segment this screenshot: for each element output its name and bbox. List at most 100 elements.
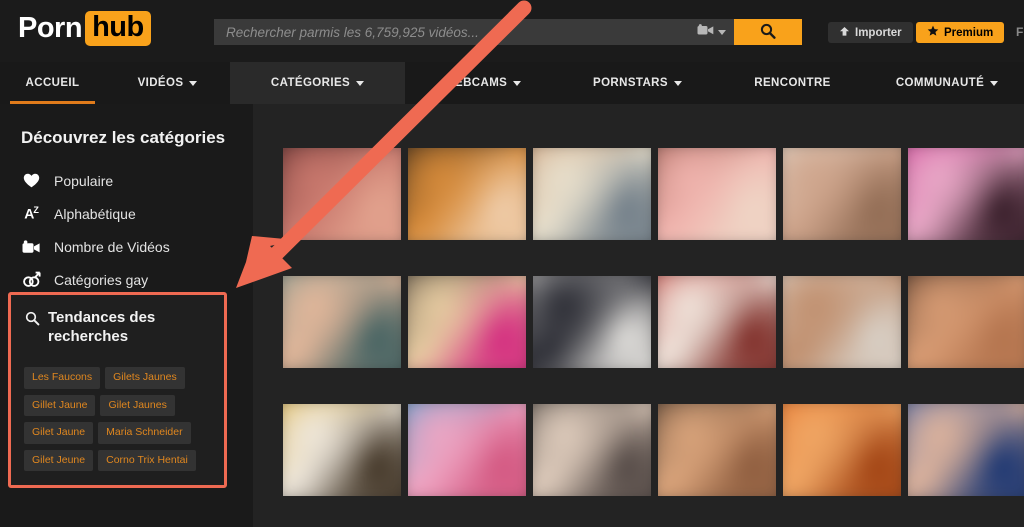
thumbnail-image [783, 148, 901, 240]
video-thumbnail[interactable] [408, 404, 526, 496]
video-camera-icon [21, 239, 41, 254]
nav-item-label: RENCONTRE [754, 77, 831, 89]
video-thumbnail[interactable] [283, 404, 401, 496]
nav-item-communaut-[interactable]: COMMUNAUTÉ [870, 62, 1024, 104]
chevron-down-icon [356, 80, 365, 86]
upload-button-label: Importer [855, 26, 902, 39]
video-thumbnail[interactable] [283, 276, 401, 368]
nav-item-vid-os[interactable]: VIDÉOS [105, 62, 230, 104]
nav-item-label: CATÉGORIES [270, 77, 351, 89]
main-content [253, 104, 1024, 527]
sidebar-heading: Découvrez les catégories [21, 128, 226, 147]
sidebar-item-label: Alphabétique [54, 205, 136, 222]
chevron-down-icon [718, 29, 726, 35]
video-thumbnail[interactable] [908, 276, 1024, 368]
trending-searches-header: Tendances des recherches [25, 309, 215, 347]
video-thumbnail[interactable] [658, 404, 776, 496]
logo-text-hub: hub [85, 11, 151, 46]
thumbnail-image [533, 404, 651, 496]
nav-item-label: WEBCAMS [443, 77, 508, 89]
video-thumbnail[interactable] [908, 404, 1024, 496]
nav-item-webcams[interactable]: WEBCAMS [405, 62, 560, 104]
chevron-down-icon [673, 80, 682, 86]
video-thumbnail-grid [283, 148, 1024, 496]
chevron-down-icon [189, 80, 198, 86]
thumbnail-image [658, 276, 776, 368]
upload-button[interactable]: Importer [828, 22, 913, 43]
chevron-down-icon [513, 80, 522, 86]
video-thumbnail[interactable] [408, 148, 526, 240]
premium-button-label: Premium [944, 26, 994, 39]
nav-item-rencontre[interactable]: RENCONTRE [715, 62, 870, 104]
video-thumbnail[interactable] [533, 404, 651, 496]
trending-tag[interactable]: Les Faucons [24, 367, 101, 389]
upload-icon [839, 26, 850, 40]
search-input[interactable] [214, 19, 734, 45]
sidebar-item-label: Nombre de Vidéos [54, 238, 170, 255]
thumbnail-image [658, 404, 776, 496]
search-button[interactable] [734, 19, 802, 45]
star-icon [927, 25, 939, 40]
sidebar-item-label: Populaire [54, 172, 114, 189]
video-thumbnail[interactable] [908, 148, 1024, 240]
trending-tag[interactable]: Corno Trix Hentai [98, 449, 196, 471]
nav-item-label: ACCUEIL [25, 77, 80, 89]
sidebar-item-populaire[interactable]: Populaire [21, 164, 231, 197]
nav-item-pornstars[interactable]: PORNSTARS [560, 62, 715, 104]
sidebar-item-label: Catégories gay [54, 271, 149, 288]
premium-button[interactable]: Premium [916, 22, 1005, 43]
search-input-wrapper [214, 19, 734, 45]
thumbnail-image [783, 276, 901, 368]
sidebar-item-nombre-de-videos[interactable]: Nombre de Vidéos [21, 230, 231, 263]
video-thumbnail[interactable] [533, 276, 651, 368]
trending-tag[interactable]: Maria Schneider [98, 422, 191, 444]
trending-tag[interactable]: Gilets Jaunes [105, 367, 185, 389]
language-selector[interactable]: F [1016, 25, 1023, 39]
trending-searches-title: Tendances des recherches [48, 309, 156, 345]
page-body: Découvrez les catégories Populaire AZ Al… [0, 104, 1024, 527]
nav-item-cat-gories[interactable]: CATÉGORIES [230, 62, 405, 104]
chevron-down-icon [990, 80, 999, 86]
sidebar-item-alphabetique[interactable]: AZ Alphabétique [21, 197, 231, 230]
nav-item-label: COMMUNAUTÉ [895, 77, 985, 89]
trending-tag[interactable]: Gilet Jeune [24, 449, 94, 471]
video-thumbnail[interactable] [533, 148, 651, 240]
video-thumbnail[interactable] [658, 276, 776, 368]
trending-searches-panel: Tendances des recherches Les Faucons Gile… [8, 292, 227, 488]
category-sort-list: Populaire AZ Alphabétique Nombre de Vidé… [21, 164, 231, 296]
site-logo[interactable]: Porn hub [18, 11, 151, 46]
video-thumbnail[interactable] [658, 148, 776, 240]
nav-item-label: VIDÉOS [137, 77, 184, 89]
trending-tag-list: Les Faucons Gilets Jaunes Gillet Jaune Gile… [24, 367, 220, 471]
gender-symbols-icon [21, 271, 41, 288]
trending-tag[interactable]: Gilet Jaune [24, 422, 94, 444]
nav-item-accueil[interactable]: ACCUEIL [0, 62, 105, 104]
thumbnail-image [283, 148, 401, 240]
nav-right-spacer [1006, 62, 1024, 104]
video-thumbnail[interactable] [783, 148, 901, 240]
thumbnail-image [408, 148, 526, 240]
thumbnail-image [408, 276, 526, 368]
trending-tag[interactable]: Gillet Jaune [24, 394, 96, 416]
logo-text-porn: Porn [18, 12, 83, 44]
thumbnail-image [658, 148, 776, 240]
search-icon [760, 23, 776, 42]
video-thumbnail[interactable] [283, 148, 401, 240]
video-thumbnail[interactable] [408, 276, 526, 368]
thumbnail-image [283, 276, 401, 368]
search-type-selector[interactable] [697, 19, 726, 45]
nav-item-label: PORNSTARS [593, 77, 668, 89]
video-thumbnail[interactable] [783, 404, 901, 496]
site-header: Porn hub Rechercher parmis les 6,759,925… [0, 0, 1024, 62]
trending-tag[interactable]: Gilet Jaunes [100, 394, 175, 416]
heart-icon [21, 173, 41, 188]
thumbnail-image [283, 404, 401, 496]
thumbnail-image [908, 404, 1024, 496]
thumbnail-image [908, 276, 1024, 368]
a-to-z-icon: AZ [24, 205, 39, 222]
thumbnail-image [533, 276, 651, 368]
page-root: Porn hub Rechercher parmis les 6,759,925… [0, 0, 1024, 527]
video-thumbnail[interactable] [783, 276, 901, 368]
thumbnail-image [533, 148, 651, 240]
video-camera-icon [697, 23, 714, 41]
